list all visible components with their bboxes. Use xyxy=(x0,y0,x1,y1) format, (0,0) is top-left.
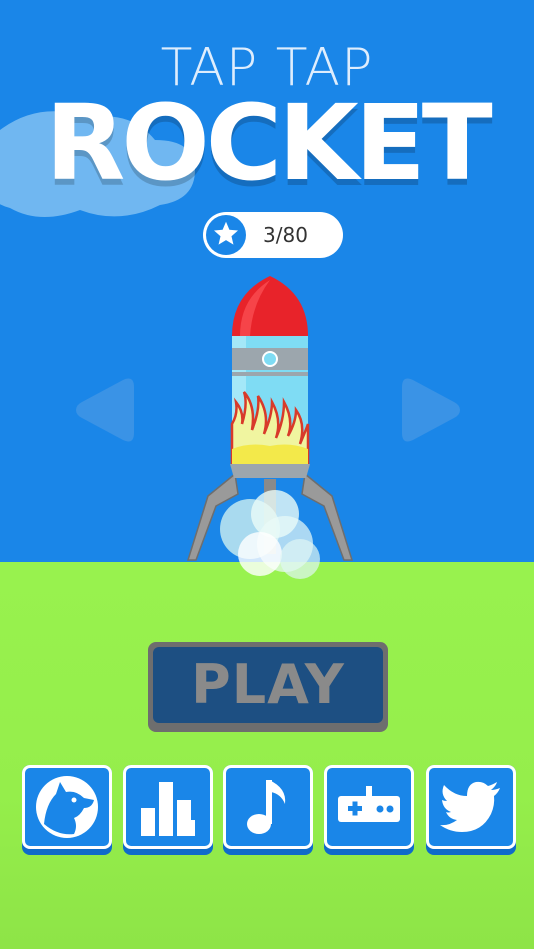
play-button[interactable]: PLAY xyxy=(148,642,388,732)
wolf-button[interactable] xyxy=(22,765,112,855)
stars-counter: 3/80 xyxy=(203,212,343,258)
leaderboard-button[interactable] xyxy=(123,765,213,855)
star-icon xyxy=(206,215,246,255)
gamepad-icon xyxy=(338,786,400,822)
button-face xyxy=(123,765,213,849)
rocket xyxy=(186,276,354,579)
twitter-icon xyxy=(440,781,500,832)
music-note-icon xyxy=(247,780,286,834)
twitter-button[interactable] xyxy=(426,765,516,855)
previous-rocket-arrow-icon[interactable] xyxy=(68,375,138,445)
stars-count: 3/80 xyxy=(263,223,308,247)
leaderboard-icon xyxy=(141,782,195,836)
wolf-icon xyxy=(36,776,98,838)
next-rocket-arrow-icon[interactable] xyxy=(398,375,468,445)
play-button-label: PLAY xyxy=(191,653,345,716)
gamepad-button[interactable] xyxy=(324,765,414,855)
title-line2: ROCKET xyxy=(45,82,492,204)
menu-icon-row xyxy=(22,765,516,857)
music-button[interactable] xyxy=(223,765,313,855)
button-face xyxy=(324,765,414,849)
ground xyxy=(0,562,534,949)
play-button-face: PLAY xyxy=(153,647,383,723)
button-face xyxy=(426,765,516,849)
button-face xyxy=(223,765,313,849)
button-face xyxy=(22,765,112,849)
